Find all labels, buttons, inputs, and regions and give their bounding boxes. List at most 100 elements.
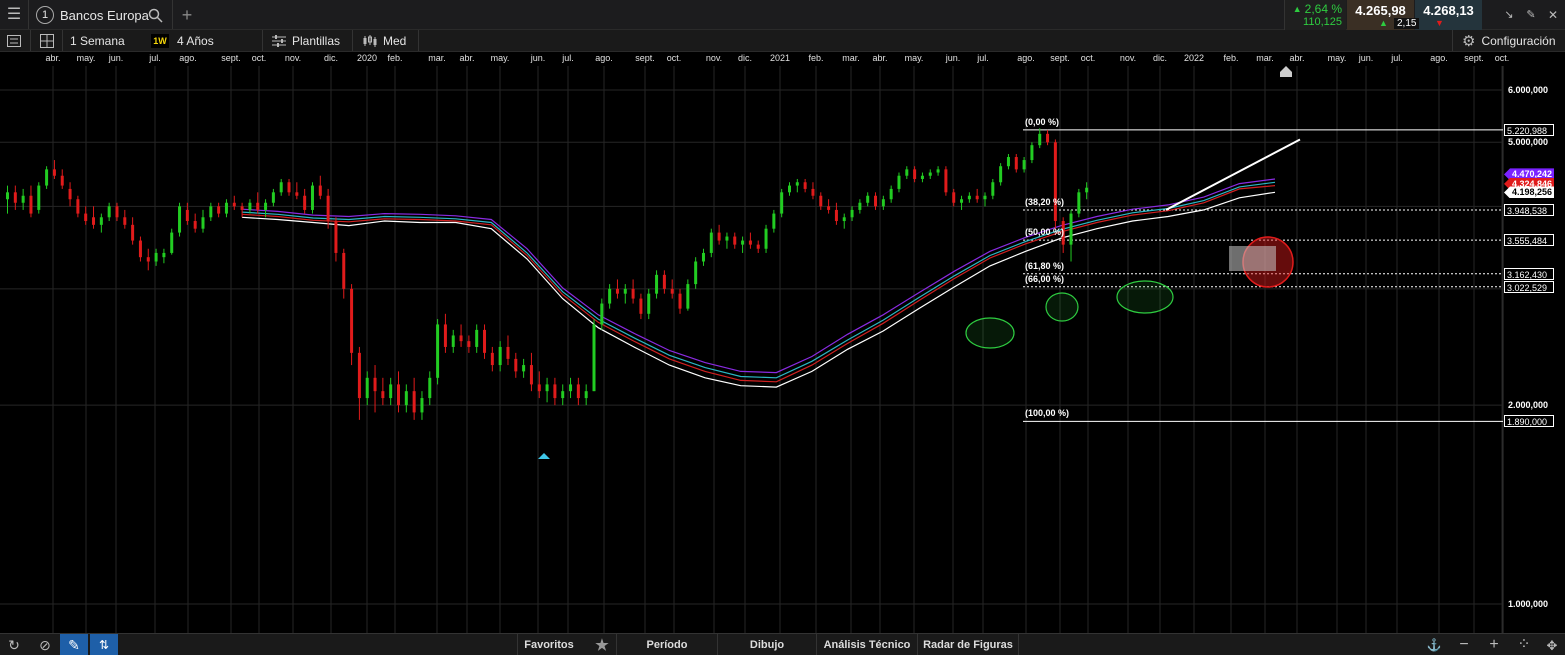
- support-ellipse[interactable]: [1116, 280, 1174, 314]
- selection-rectangle[interactable]: [1229, 246, 1276, 271]
- favorites-tab[interactable]: Favoritos: [518, 634, 580, 655]
- period-selector[interactable]: 1 Semana: [70, 30, 125, 52]
- add-tab-button[interactable]: +: [178, 0, 196, 30]
- candle-body: [490, 352, 494, 366]
- settings-button[interactable]: ⚙ Configuración: [1462, 30, 1556, 52]
- candle-body: [37, 185, 41, 210]
- period-tab[interactable]: Período: [617, 634, 717, 655]
- instrument-name[interactable]: Bancos Europa: [60, 0, 149, 30]
- candle-body: [780, 192, 784, 214]
- search-button[interactable]: [146, 6, 164, 24]
- candle-body: [1014, 157, 1018, 170]
- candle-body: [201, 217, 205, 229]
- chart-annotations[interactable]: [538, 138, 1301, 459]
- candle-body: [138, 240, 142, 258]
- month-label: jun.: [945, 53, 961, 63]
- sliders-icon: [272, 35, 286, 47]
- candle-body: [310, 185, 314, 210]
- candle-body: [389, 384, 393, 399]
- candle-body: [514, 358, 518, 372]
- bottom-bar: ↻ ⊘ ✎ ⇅ Favoritos ★ Período Dibujo Análi…: [0, 633, 1565, 655]
- month-label: dic.: [1152, 53, 1168, 63]
- fit-button[interactable]: ✥: [1540, 634, 1564, 655]
- candle-body: [803, 182, 807, 189]
- fib-level-label: (0,00 %): [1025, 116, 1060, 127]
- month-label: oct.: [251, 53, 267, 63]
- candle-body: [256, 202, 260, 210]
- candle-body: [991, 182, 995, 196]
- range-selector[interactable]: 4 Años: [177, 30, 214, 52]
- draw-mode-button[interactable]: ✎: [60, 634, 88, 655]
- templates-button[interactable]: Plantillas: [272, 30, 340, 52]
- zoom-out-button[interactable]: −: [1452, 634, 1476, 655]
- prohibited-icon: ⊘: [39, 637, 51, 653]
- settings-label: Configuración: [1481, 34, 1556, 48]
- month-label: oct.: [1080, 53, 1096, 63]
- zoom-in-button[interactable]: +: [1482, 634, 1506, 655]
- minimize-button[interactable]: ↘: [1500, 6, 1518, 24]
- hide-drawings-button[interactable]: ⊘: [32, 634, 58, 655]
- candle-body: [350, 288, 354, 353]
- candle-body: [217, 206, 221, 214]
- up-arrow-icon: ▲: [1292, 4, 1302, 14]
- price-type-button[interactable]: Med: [362, 30, 406, 52]
- support-ellipse[interactable]: [1045, 292, 1079, 322]
- anchor-button[interactable]: ⚓: [1422, 634, 1446, 655]
- drawing-tab[interactable]: Dibujo: [718, 634, 816, 655]
- edit-window-button[interactable]: ✎: [1522, 6, 1540, 24]
- panel-toggle-button[interactable]: [0, 30, 28, 52]
- crosshair-button[interactable]: ⁘: [1512, 634, 1536, 655]
- sort-button[interactable]: ⇅: [90, 634, 118, 655]
- candle-body: [866, 195, 870, 203]
- layout-button[interactable]: [36, 30, 58, 52]
- candle-body: [29, 195, 33, 214]
- fib-price-tag: 3.555,484: [1504, 234, 1554, 247]
- candle-body: [506, 346, 510, 359]
- month-label: ago.: [1017, 53, 1035, 63]
- candle-body: [772, 213, 776, 229]
- candle-body: [819, 195, 823, 207]
- search-icon: [148, 8, 163, 23]
- candle-body: [131, 224, 135, 241]
- candle-body: [999, 166, 1003, 183]
- ema-line-purple: [241, 178, 1276, 374]
- candle-body: [975, 195, 979, 200]
- technical-analysis-tab[interactable]: Análisis Técnico: [817, 634, 917, 655]
- fib-level-label: (61,80 %): [1025, 260, 1065, 271]
- candle-body: [600, 303, 604, 325]
- candle-body: [92, 217, 96, 225]
- candle-body: [655, 274, 659, 294]
- ask-box[interactable]: 4.268,13 ▼: [1415, 0, 1482, 30]
- candle-body: [545, 384, 549, 392]
- price-chart[interactable]: [0, 66, 1565, 633]
- change-percent: 2,64 %: [1304, 2, 1342, 16]
- support-ellipse[interactable]: [965, 317, 1015, 349]
- refresh-button[interactable]: ↻: [0, 634, 28, 655]
- fib-price-tag: 3.162,430: [1504, 267, 1554, 280]
- candle-body: [944, 169, 948, 193]
- month-label: abr.: [459, 53, 475, 63]
- main-menu-button[interactable]: ☰: [0, 0, 28, 30]
- price-axis-label: 5.000,000: [1508, 137, 1549, 148]
- interval-badge[interactable]: 1W: [151, 34, 169, 48]
- templates-label: Plantillas: [292, 34, 341, 48]
- close-button[interactable]: ✕: [1544, 6, 1562, 24]
- month-label: may.: [1327, 53, 1347, 63]
- candle-body: [318, 185, 322, 196]
- candle-body: [623, 288, 627, 294]
- candle-body: [827, 206, 831, 210]
- candle-body: [1077, 192, 1081, 214]
- candle-body: [701, 252, 705, 262]
- month-label: 2020: [356, 53, 378, 63]
- candle-body: [264, 202, 268, 210]
- month-label: jul.: [562, 53, 574, 63]
- candle-body: [76, 199, 80, 214]
- favorites-star-button[interactable]: ★: [590, 634, 614, 655]
- gear-icon: ⚙: [1462, 32, 1476, 50]
- plus-icon: +: [1489, 636, 1499, 653]
- candle-body: [209, 206, 213, 218]
- pattern-radar-tab[interactable]: Radar de Figuras: [918, 634, 1018, 655]
- ask-price: 4.268,13: [1423, 3, 1474, 18]
- candle-body: [647, 293, 651, 314]
- chart-toolbar: 1 Semana 1W 4 Años Plantillas Med ⚙ Conf…: [0, 30, 1565, 52]
